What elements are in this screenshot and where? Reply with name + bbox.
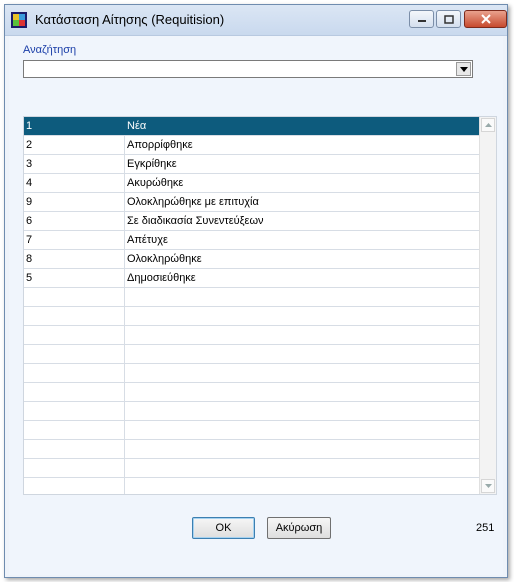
table-row[interactable] bbox=[24, 478, 482, 494]
name-cell bbox=[126, 345, 477, 363]
name-cell: Σε διαδικασία Συνεντεύξεων bbox=[127, 215, 264, 227]
code-cell: 5 bbox=[24, 269, 125, 287]
name-cell bbox=[126, 364, 477, 382]
scroll-down-button[interactable] bbox=[481, 479, 495, 493]
table-row[interactable]: 5 Δημοσιεύθηκε bbox=[24, 269, 482, 288]
table-row[interactable] bbox=[24, 383, 482, 402]
arrow-down-icon bbox=[484, 484, 492, 488]
ok-button[interactable]: OK bbox=[192, 517, 255, 539]
code-cell bbox=[24, 288, 125, 306]
code-cell bbox=[24, 440, 125, 458]
cancel-button[interactable]: Ακύρωση bbox=[267, 517, 331, 539]
name-cell bbox=[126, 383, 477, 401]
name-cell: Εγκρίθηκε bbox=[127, 158, 177, 170]
code-cell: 6 bbox=[24, 212, 125, 230]
code-cell bbox=[24, 421, 125, 439]
code-cell bbox=[24, 326, 125, 344]
code-cell bbox=[24, 364, 125, 382]
name-cell: Νέα bbox=[127, 120, 147, 132]
name-cell bbox=[126, 421, 477, 439]
name-cell bbox=[126, 402, 477, 420]
search-label: Αναζήτηση bbox=[23, 44, 77, 56]
table-row[interactable]: 7 Απέτυχε bbox=[24, 231, 482, 250]
table-row[interactable] bbox=[24, 345, 482, 364]
search-dropdown-button[interactable] bbox=[456, 62, 471, 76]
name-cell: Ολοκληρώθηκε με επιτυχία bbox=[127, 196, 259, 208]
table-row[interactable] bbox=[24, 440, 482, 459]
close-button[interactable] bbox=[464, 10, 507, 28]
code-cell bbox=[24, 345, 125, 363]
name-cell: Δημοσιεύθηκε bbox=[127, 272, 196, 284]
arrow-up-icon bbox=[484, 123, 492, 127]
name-cell bbox=[126, 288, 477, 306]
code-cell: 4 bbox=[24, 174, 125, 192]
table-row[interactable]: 2 Απορρίφθηκε bbox=[24, 136, 482, 155]
minimize-button[interactable] bbox=[409, 10, 434, 28]
vertical-scrollbar[interactable] bbox=[479, 117, 496, 494]
name-cell: Ακυρώθηκε bbox=[127, 177, 184, 189]
table-row[interactable] bbox=[24, 307, 482, 326]
table-row[interactable]: 8 Ολοκληρώθηκε bbox=[24, 250, 482, 269]
code-cell bbox=[24, 402, 125, 420]
table-row[interactable]: 3 Εγκρίθηκε bbox=[24, 155, 482, 174]
table-row[interactable] bbox=[24, 421, 482, 440]
code-cell: 8 bbox=[24, 250, 125, 268]
code-cell: 9 bbox=[24, 193, 125, 211]
name-cell bbox=[126, 307, 477, 325]
close-icon bbox=[480, 14, 491, 24]
code-cell: 7 bbox=[24, 231, 125, 249]
scroll-up-button[interactable] bbox=[481, 118, 495, 132]
name-cell: Ολοκληρώθηκε bbox=[127, 253, 202, 265]
window-title: Κατάσταση Αίτησης (Requitision) bbox=[35, 12, 225, 27]
title-bar[interactable]: Κατάσταση Αίτησης (Requitision) bbox=[5, 5, 507, 36]
table-row[interactable] bbox=[24, 402, 482, 421]
app-icon bbox=[11, 12, 27, 28]
code-cell: 2 bbox=[24, 136, 125, 154]
maximize-icon bbox=[443, 14, 454, 24]
name-cell: Απέτυχε bbox=[127, 234, 168, 246]
table-row[interactable] bbox=[24, 326, 482, 345]
code-cell: 3 bbox=[24, 155, 125, 173]
name-cell: Απορρίφθηκε bbox=[127, 139, 193, 151]
maximize-button[interactable] bbox=[436, 10, 461, 28]
minimize-icon bbox=[417, 20, 426, 22]
table-row[interactable]: 4 Ακυρώθηκε bbox=[24, 174, 482, 193]
name-cell bbox=[126, 459, 477, 477]
code-cell bbox=[24, 307, 125, 325]
dialog-window: Κατάσταση Αίτησης (Requitision) Αναζήτησ… bbox=[4, 4, 508, 578]
dialog-body: Αναζήτηση 1 Νέα 2 Απορρίφθηκε 3 Εγκρίθηκε 4 Ακυ… bbox=[9, 36, 503, 575]
search-combobox[interactable] bbox=[23, 60, 473, 78]
name-cell bbox=[126, 478, 477, 494]
code-cell: 1 bbox=[24, 117, 125, 135]
code-cell bbox=[24, 459, 125, 477]
code-cell bbox=[24, 478, 125, 494]
table-row[interactable]: 1 Νέα bbox=[24, 117, 482, 136]
table-row[interactable] bbox=[24, 459, 482, 478]
name-cell bbox=[126, 326, 477, 344]
chevron-down-icon bbox=[459, 66, 468, 72]
name-cell bbox=[126, 440, 477, 458]
table-row[interactable]: 6 Σε διαδικασία Συνεντεύξεων bbox=[24, 212, 482, 231]
table-row[interactable] bbox=[24, 288, 482, 307]
table-row[interactable]: 9 Ολοκληρώθηκε με επιτυχία bbox=[24, 193, 482, 212]
code-cell bbox=[24, 383, 125, 401]
table-row[interactable] bbox=[24, 364, 482, 383]
record-count: 251 bbox=[476, 522, 495, 534]
status-grid[interactable]: 1 Νέα 2 Απορρίφθηκε 3 Εγκρίθηκε 4 Ακυρώθηκε 9 Ολο… bbox=[23, 116, 497, 495]
